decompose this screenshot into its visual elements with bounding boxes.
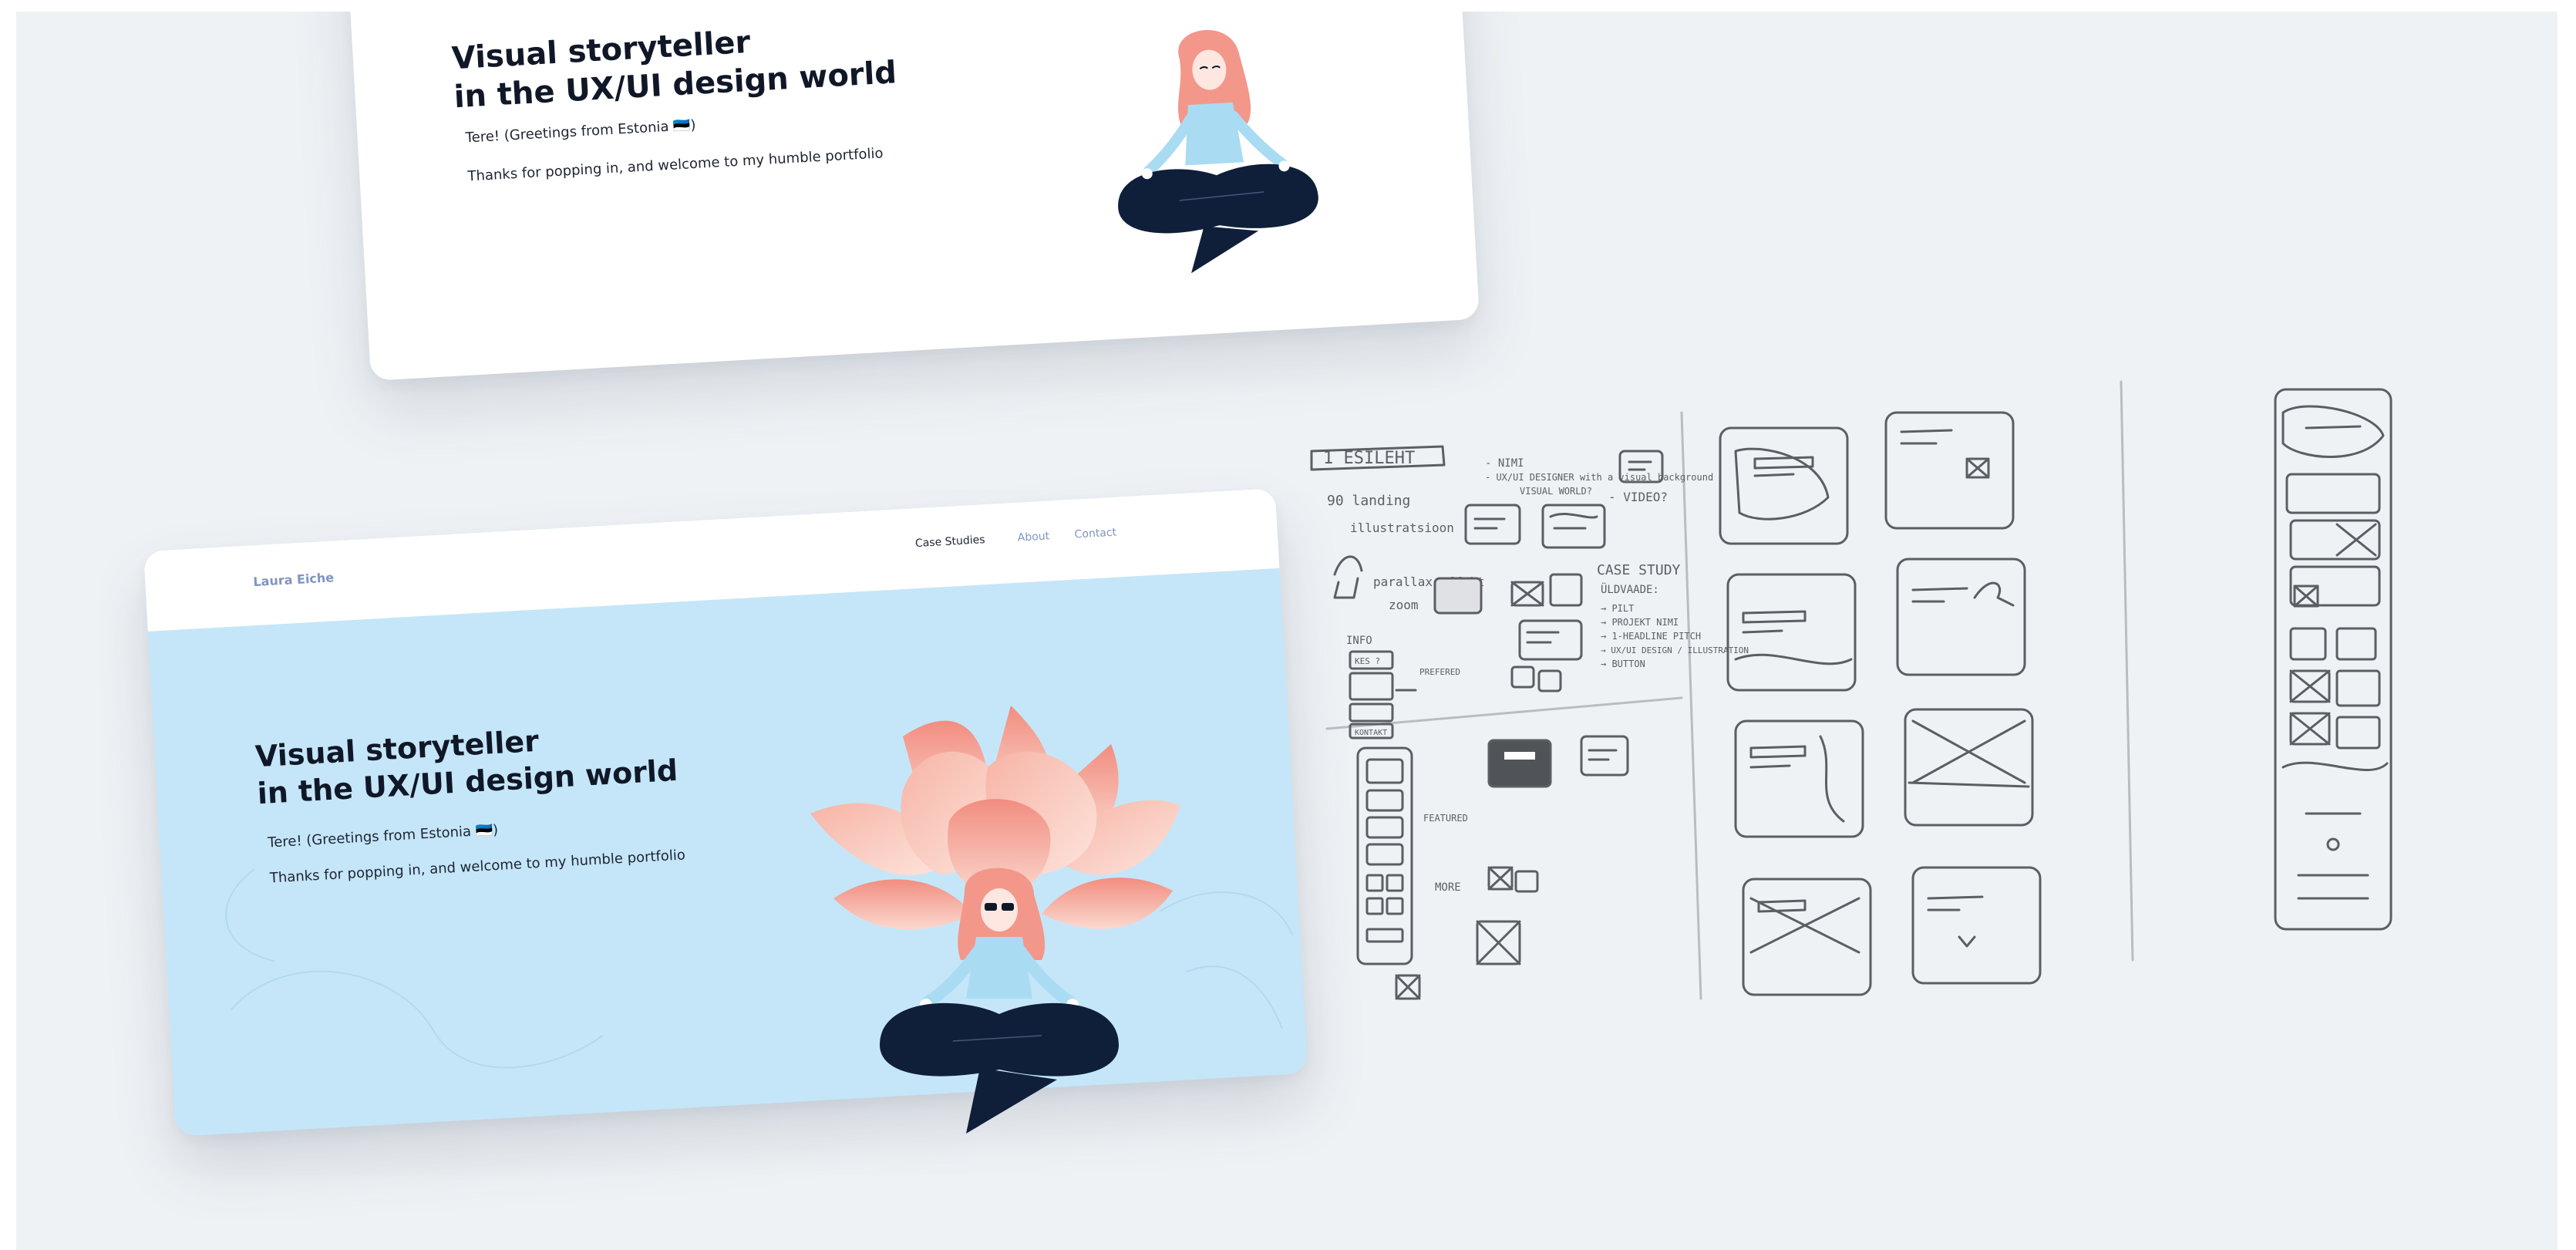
sketch-header-text: 1 ESILEHT [1323, 449, 1415, 468]
top-mockup-card: Visual storyteller in the UX/UI design w… [340, 12, 1480, 381]
canvas: Visual storyteller in the UX/UI design w… [16, 12, 2557, 1250]
sketch-note: → BUTTON [1601, 659, 1645, 669]
sketch-note: INFO [1346, 635, 1372, 647]
sketch-note: MORE [1435, 881, 1461, 894]
nav-contact-link[interactable]: Contact [1074, 527, 1116, 541]
sketch-note: FEATURED [1423, 813, 1468, 824]
top-hero-title: Visual storyteller in the UX/UI design w… [450, 24, 898, 116]
sketch-note: → 1-HEADLINE PITCH [1601, 631, 1701, 642]
sketch-note: VISUAL WORLD? [1520, 486, 1592, 497]
sketch-note: KES ? [1355, 656, 1380, 666]
brand-logo-text[interactable]: Laura Eiche [253, 570, 335, 589]
sketch-note: PREFERED [1419, 667, 1460, 677]
sketch-note: CASE STUDY [1597, 562, 1681, 578]
sketch-note: - VIDEO? [1608, 490, 1668, 504]
sketch-note: KONTAKT [1355, 729, 1387, 737]
sketch-note: illustratsioon [1350, 521, 1454, 535]
nav-case-studies-link[interactable]: Case Studies [915, 534, 985, 550]
sketch-note: - NIMI [1485, 457, 1524, 470]
sketch-note: → PROJEKT NIMI [1601, 617, 1679, 628]
sketch-note: - UX/UI DESIGNER with a visual backgroun… [1485, 472, 1713, 483]
top-hero-greeting: Tere! (Greetings from Estonia 🇪🇪) [465, 116, 697, 147]
sketch-note: 90 landing [1327, 493, 1410, 509]
sketch-note: zoom [1389, 598, 1419, 612]
nav-about-link[interactable]: About [1017, 530, 1049, 544]
wireframe-sketches: 1 ESILEHT 90 landing illustratsioon para… [1310, 380, 2392, 1000]
lotus-girl-illustration [810, 706, 1180, 1134]
sketch-note: → UX/UI DESIGN / ILLUSTRATION [1601, 645, 1749, 655]
sketch-note: ÜLDVAADE: [1601, 582, 1659, 596]
meditating-girl-illustration [1118, 29, 1318, 274]
sketch-note: → PILT [1601, 603, 1634, 614]
top-hero-thanks: Thanks for popping in, and welcome to my… [467, 145, 884, 185]
